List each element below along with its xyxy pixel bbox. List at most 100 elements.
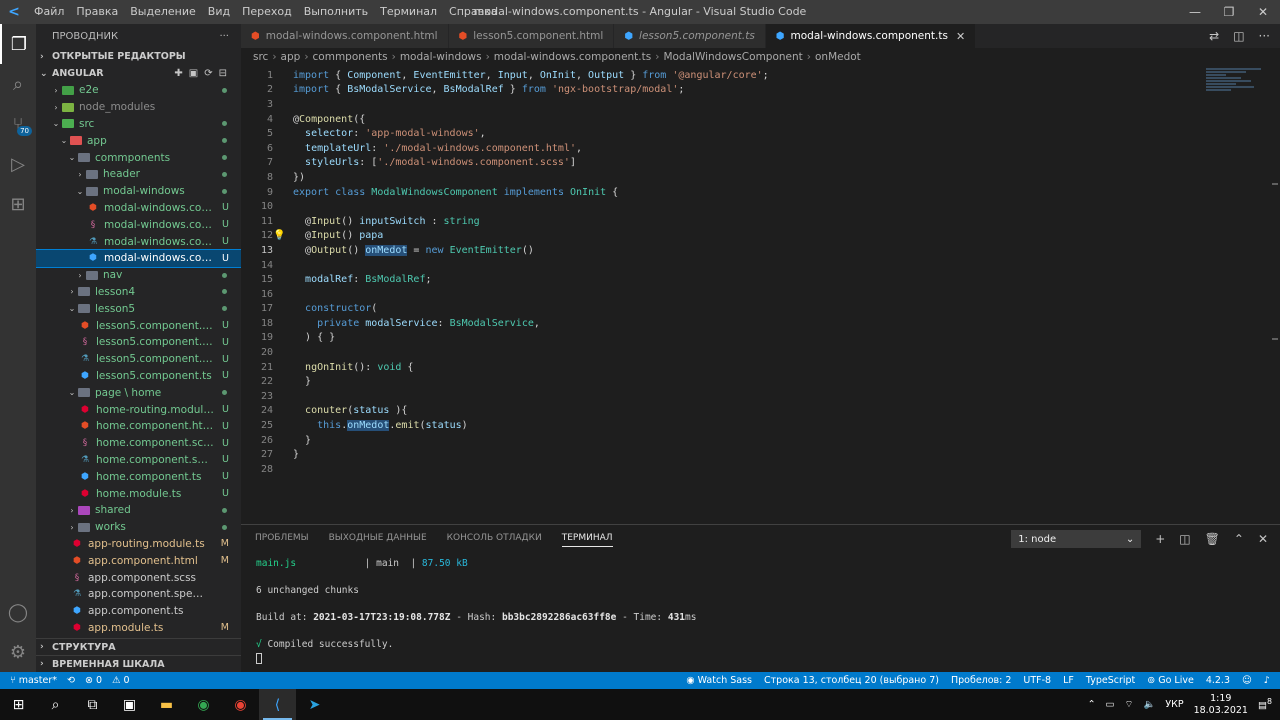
- breadcrumb-item[interactable]: modal-windows.component.ts: [494, 51, 651, 63]
- close-tab-icon[interactable]: ✕: [956, 30, 965, 43]
- tree-folder[interactable]: › shared: [36, 502, 241, 519]
- tree-file[interactable]: ⬢ modal-windows.compo... U: [36, 248, 241, 268]
- explorer-more-icon[interactable]: ···: [219, 31, 229, 42]
- search-icon[interactable]: ⌕: [0, 64, 36, 104]
- tree-folder[interactable]: ⌄ commponents: [36, 149, 241, 166]
- panel-tab[interactable]: КОНСОЛЬ ОТЛАДКИ: [447, 533, 542, 547]
- trash-icon[interactable]: 🗑: [1205, 532, 1220, 546]
- source-control-icon[interactable]: ⑂ 70: [0, 104, 36, 144]
- clock[interactable]: 1:19 18.03.2021: [1194, 693, 1248, 717]
- tree-file[interactable]: § modal-windows.compo... U: [36, 216, 241, 233]
- tree-file[interactable]: ⬢ app-routing.module.ts M: [36, 536, 241, 553]
- language-status[interactable]: TypeScript: [1086, 675, 1135, 686]
- telegram-icon[interactable]: ➤: [296, 689, 333, 720]
- ts-version-status[interactable]: 4.2.3: [1206, 675, 1230, 686]
- extensions-icon[interactable]: ⊞: [0, 184, 36, 224]
- volume-icon[interactable]: 🔈: [1143, 699, 1155, 710]
- menu-item[interactable]: Переход: [236, 0, 298, 24]
- vscode-logo-icon[interactable]: <: [0, 0, 28, 24]
- panel-tab[interactable]: ПРОБЛЕМЫ: [255, 533, 309, 547]
- project-section[interactable]: ⌄ ANGULAR ✚▣⟳⊟: [36, 65, 241, 82]
- tree-file[interactable]: ⬢ lesson5.component.ts U: [36, 368, 241, 385]
- tree-folder[interactable]: › lesson4: [36, 284, 241, 301]
- tree-file[interactable]: § app.component.scss: [36, 569, 241, 586]
- tree-file[interactable]: ⬢ app.component.ts: [36, 603, 241, 620]
- editor-scrollbar[interactable]: [1270, 68, 1280, 524]
- tree-folder[interactable]: › header: [36, 166, 241, 183]
- open-editors-section[interactable]: › ОТКРЫТЫЕ РЕДАКТОРЫ: [36, 48, 241, 65]
- tree-file[interactable]: ⬢ home.component.ts U: [36, 468, 241, 485]
- tree-folder[interactable]: › nav: [36, 267, 241, 284]
- tree-file[interactable]: ⬢ modal-windows.compo... U: [36, 200, 241, 217]
- editor-tab[interactable]: ⬢ modal-windows.component.ts ✕: [765, 24, 977, 48]
- file-explorer-icon[interactable]: ▬: [148, 689, 185, 720]
- gear-icon[interactable]: ⚙: [0, 632, 36, 672]
- warnings-status[interactable]: ⚠ 0: [112, 675, 130, 686]
- search-icon[interactable]: ⌕: [37, 689, 74, 720]
- tree-file[interactable]: ⬢ app.component.html M: [36, 552, 241, 569]
- minimize-icon[interactable]: —: [1178, 0, 1212, 24]
- tree-folder[interactable]: ⌄ page \ home: [36, 384, 241, 401]
- go-live-status[interactable]: ⊚ Go Live: [1147, 675, 1194, 686]
- add-terminal-icon[interactable]: +: [1155, 532, 1165, 546]
- run-debug-icon[interactable]: ▷: [0, 144, 36, 184]
- breadcrumb-item[interactable]: commponents: [313, 51, 388, 63]
- menu-item[interactable]: Файл: [28, 0, 70, 24]
- outline-section[interactable]: › СТРУКТУРА: [36, 638, 241, 655]
- tree-file[interactable]: § home.component.scss U: [36, 435, 241, 452]
- breadcrumb-item[interactable]: src: [253, 51, 268, 63]
- lightbulb-icon[interactable]: 💡: [273, 230, 285, 241]
- breadcrumb-item[interactable]: onMedot: [815, 51, 861, 63]
- tree-file[interactable]: ⚗ lesson5.component.spec.ts U: [36, 351, 241, 368]
- split-terminal-icon[interactable]: ◫: [1179, 532, 1190, 546]
- tree-file[interactable]: ⬢ home.component.html U: [36, 418, 241, 435]
- breadcrumb-item[interactable]: app: [281, 51, 301, 63]
- network-icon[interactable]: ⌔: [1125, 699, 1134, 710]
- tree-file[interactable]: ⬢ lesson5.component.html U: [36, 317, 241, 334]
- chrome-profile-icon[interactable]: ◉: [222, 689, 259, 720]
- close-panel-icon[interactable]: ✕: [1258, 532, 1268, 546]
- branch-status[interactable]: ⑂ master*: [10, 675, 57, 686]
- windows-start-icon[interactable]: ⊞: [0, 689, 37, 720]
- tree-folder[interactable]: › node_modules: [36, 99, 241, 116]
- tree-file[interactable]: ⬢ home-routing.module.ts U: [36, 401, 241, 418]
- terminal-select[interactable]: 1: node ⌄: [1011, 530, 1142, 548]
- vscode-taskbar-icon[interactable]: ⟨: [259, 689, 296, 720]
- panel-tab[interactable]: ТЕРМИНАЛ: [561, 533, 613, 547]
- timeline-section[interactable]: › ВРЕМЕННАЯ ШКАЛА: [36, 655, 241, 672]
- explorer-icon[interactable]: ❐: [0, 24, 36, 64]
- bell-icon[interactable]: ♪: [1264, 675, 1270, 686]
- breadcrumb-item[interactable]: modal-windows: [400, 51, 482, 63]
- tree-folder[interactable]: ⌄ app: [36, 132, 241, 149]
- code-editor[interactable]: 1 import { Component, EventEmitter, Input…: [241, 68, 1191, 477]
- tree-file[interactable]: ⬢ app.module.ts M: [36, 620, 241, 637]
- keyboard-language[interactable]: УКР: [1165, 699, 1183, 710]
- menu-item[interactable]: Выполнить: [298, 0, 374, 24]
- tree-folder[interactable]: › e2e: [36, 82, 241, 99]
- tray-chevron-icon[interactable]: ⌃: [1088, 699, 1096, 710]
- eol-status[interactable]: LF: [1063, 675, 1074, 686]
- minimap[interactable]: [1206, 68, 1266, 108]
- tree-folder[interactable]: › works: [36, 519, 241, 536]
- encoding-status[interactable]: UTF-8: [1023, 675, 1051, 686]
- tree-file[interactable]: ⬢ home.module.ts U: [36, 485, 241, 502]
- tree-folder[interactable]: ⌄ modal-windows: [36, 183, 241, 200]
- split-editor-icon[interactable]: ◫: [1233, 29, 1244, 43]
- editor-tab[interactable]: ⬢ modal-windows.component.html: [241, 24, 449, 48]
- tree-file[interactable]: § lesson5.component.scss U: [36, 334, 241, 351]
- store-icon[interactable]: ▣: [111, 689, 148, 720]
- cursor-position-status[interactable]: Строка 13, столбец 20 (выбрано 7): [764, 675, 939, 686]
- maximize-icon[interactable]: ❐: [1212, 0, 1246, 24]
- notifications-icon[interactable]: ▤8: [1258, 697, 1272, 711]
- chrome-icon[interactable]: ◉: [185, 689, 222, 720]
- watch-sass-status[interactable]: ◉ Watch Sass: [686, 675, 752, 686]
- battery-icon[interactable]: ▭: [1106, 699, 1115, 710]
- sync-icon[interactable]: ⟲: [67, 675, 75, 686]
- compare-icon[interactable]: ⇄: [1209, 29, 1219, 43]
- editor-tab[interactable]: ⬢ lesson5.component.html: [448, 24, 615, 48]
- more-actions-icon[interactable]: ···: [1259, 29, 1270, 43]
- menu-item[interactable]: Выделение: [124, 0, 202, 24]
- tree-file[interactable]: ⚗ home.component.spec.ts U: [36, 452, 241, 469]
- account-icon[interactable]: ◯: [0, 592, 36, 632]
- errors-status[interactable]: ⊗ 0: [85, 675, 102, 686]
